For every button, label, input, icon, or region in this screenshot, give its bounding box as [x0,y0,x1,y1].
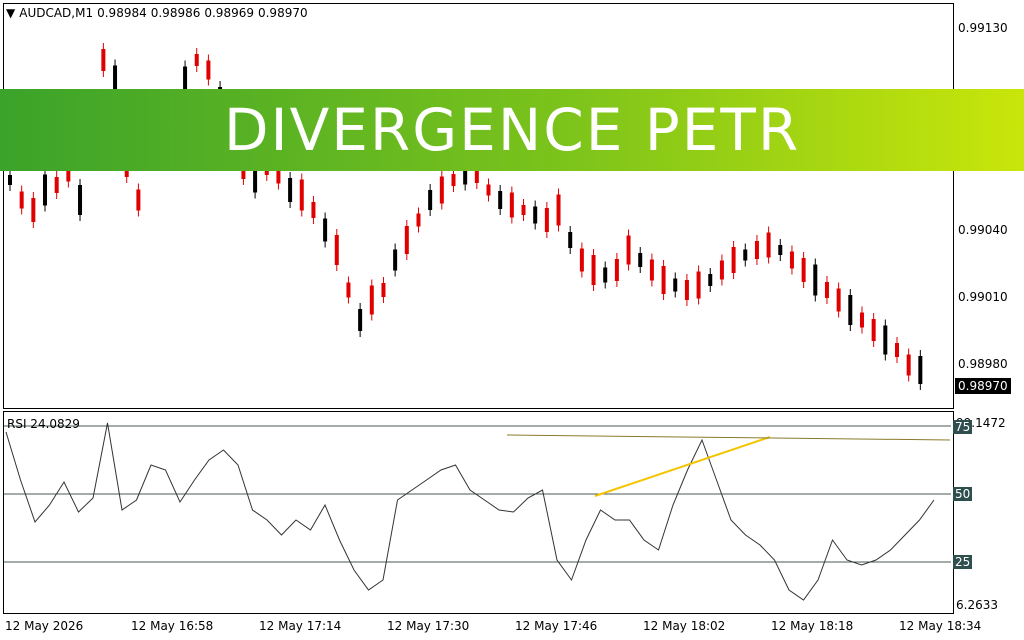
candle [556,194,561,226]
candle [766,232,771,258]
candle [78,185,83,215]
candle [358,309,363,331]
candle [614,259,619,281]
time-axis-label: 12 May 17:46 [515,619,598,633]
rsi-line [5,422,935,601]
candle [673,278,678,292]
candle [848,295,853,325]
candle [323,218,328,242]
candle [346,282,351,298]
candle [544,208,549,232]
candle [696,271,701,299]
candle [813,264,818,296]
candle [579,248,584,272]
time-axis-label: 12 May 2026 [5,619,84,633]
price-axis-label: 0.99040 [958,223,1008,237]
candle [754,241,759,259]
symbol-name: AUDCAD,M1 [19,6,94,20]
candle [393,249,398,271]
candle [906,354,911,376]
rsi-layer [4,422,951,601]
candle [789,251,794,269]
time-axis-label: 12 May 18:34 [899,619,982,633]
candle [299,179,304,211]
rsi-level-50: 50 [953,487,973,501]
candle [661,266,666,294]
candle [206,60,211,80]
candle [684,280,689,300]
time-axis-label: 12 May 16:58 [131,619,214,633]
divergence-line [594,436,771,497]
candle [649,259,654,281]
candle [894,343,899,357]
dropdown-triangle-icon[interactable]: ▼ [6,6,15,20]
candle [404,226,409,254]
candle [8,175,12,185]
candle [486,184,491,196]
candle [311,202,316,218]
candle [31,198,36,222]
candle [19,191,24,209]
candle [43,174,48,206]
candle [871,319,876,341]
candle [801,258,806,282]
rsi-level-25: 25 [953,555,973,569]
candle [824,282,829,298]
candle [883,325,888,355]
candle [253,167,258,193]
candle [509,192,514,218]
symbol-header: ▼ AUDCAD,M1 0.98984 0.98986 0.98969 0.98970 [6,6,312,20]
candle [591,255,596,285]
ohlc-close: 0.98970 [257,6,308,20]
ohlc-low: 0.98969 [204,6,254,20]
title-banner: DIVERGENCE PETR [0,89,1024,171]
candle [743,249,748,261]
candle [101,49,106,71]
candle [778,245,783,255]
price-axis-label: 0.98980 [958,357,1008,371]
candle [428,190,433,210]
candle [719,260,724,280]
candle [334,235,339,265]
candle [439,176,444,204]
candle [568,232,573,248]
candle [381,283,386,297]
candle [136,189,141,211]
price-axis-label: 0.99010 [958,290,1008,304]
ohlc-open: 0.98984 [97,6,147,20]
candle [836,288,841,312]
candle [369,285,374,315]
time-axis-label: 12 May 18:02 [643,619,726,633]
banner-title: DIVERGENCE PETR [223,96,801,164]
candle [498,191,503,209]
time-axis-label: 12 May 17:14 [259,619,342,633]
rsi-min-label: 6.2633 [956,598,998,612]
rsi-label: RSI 24.0829 [7,417,80,431]
time-axis-label: 12 May 18:18 [771,619,854,633]
candle [638,253,643,267]
candle [54,177,59,193]
candle [416,213,421,227]
candle [859,312,864,328]
candle [194,54,199,66]
candle [603,267,608,283]
candle [731,247,736,273]
price-axis-label: 0.99130 [958,21,1008,35]
candle [533,206,538,224]
candle [708,274,713,286]
candle [918,356,923,384]
candle [521,205,526,215]
divergence-line [506,434,951,441]
candle [626,235,631,265]
candle [451,174,456,186]
candle [288,178,293,202]
ohlc-high: 0.98986 [150,6,201,20]
rsi-level-75: 75 [953,420,973,434]
time-axis-label: 12 May 17:30 [387,619,470,633]
current-price-tag: 0.98970 [955,378,1011,394]
